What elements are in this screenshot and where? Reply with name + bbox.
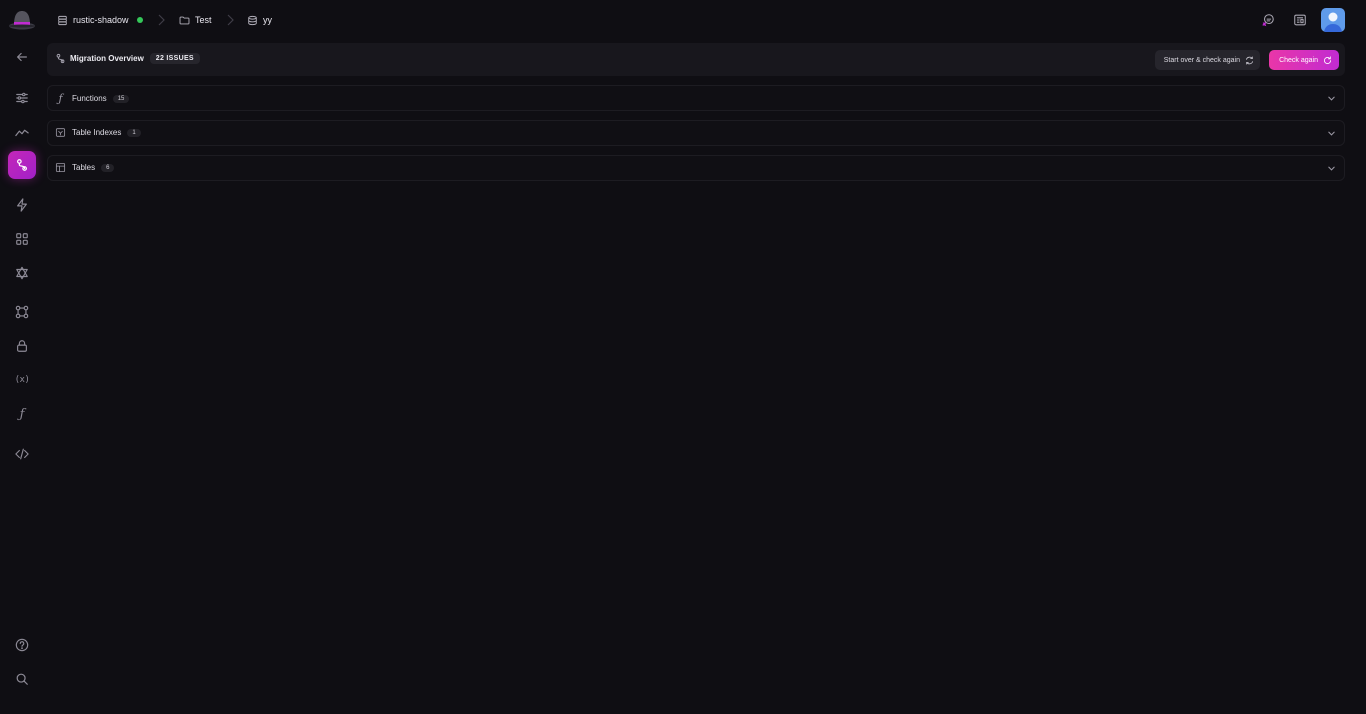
top-bar: rustic-shadow Test yy [44, 0, 1366, 40]
section-functions[interactable]: ƒ Functions 15 [47, 85, 1345, 111]
section-table-indexes[interactable]: Table Indexes 1 [47, 120, 1345, 146]
section-table-indexes-header: Table Indexes 1 [55, 127, 141, 138]
code-icon[interactable] [8, 440, 36, 468]
online-status-dot [136, 17, 143, 23]
chevron-down-icon[interactable] [1327, 129, 1336, 138]
table-icon [55, 162, 66, 173]
migration-overview-header: Migration Overview 22 ISSUES Start over … [47, 43, 1345, 76]
breadcrumb-project[interactable]: rustic-shadow [57, 13, 143, 27]
chevron-down-icon[interactable] [1327, 94, 1336, 103]
start-over-button[interactable]: Start over & check again [1154, 50, 1260, 70]
user-avatar[interactable] [1321, 8, 1345, 32]
migration-icon [56, 53, 65, 64]
function-icon[interactable]: ƒ [8, 400, 36, 428]
section-functions-header: ƒ Functions 15 [55, 92, 130, 105]
count-badge: 6 [101, 163, 115, 172]
help-icon[interactable] [8, 631, 36, 659]
count-badge: 1 [127, 128, 141, 137]
hat-logo-icon[interactable] [8, 9, 36, 31]
ai-assistant-icon[interactable] [1258, 10, 1278, 30]
refresh-icon [1324, 55, 1332, 64]
grid-icon[interactable] [8, 225, 36, 253]
check-again-label: Check again [1279, 56, 1318, 64]
folder-icon [179, 16, 190, 24]
page-title: Migration Overview [70, 54, 144, 63]
star-of-david-icon[interactable] [8, 259, 36, 287]
start-over-label: Start over & check again [1163, 56, 1240, 64]
index-icon [55, 128, 66, 137]
database-icon [248, 15, 257, 25]
section-tables[interactable]: Tables 6 [47, 155, 1345, 181]
chevron-right-icon [227, 14, 234, 26]
folder-name: Test [195, 15, 212, 25]
analytics-icon[interactable] [8, 118, 36, 146]
section-label: Tables [72, 163, 96, 172]
breadcrumb-folder[interactable]: Test [179, 13, 212, 27]
sliders-icon[interactable] [8, 84, 36, 112]
migration-overview-title: Migration Overview 22 ISSUES [55, 53, 200, 64]
app-root: (x) ƒ rustic-shadow Test yy Migration Ov… [0, 0, 1366, 714]
breadcrumb-database[interactable]: yy [247, 13, 272, 27]
refresh-cycle-icon [1246, 55, 1253, 65]
lock-icon[interactable] [8, 332, 36, 360]
back-arrow-icon[interactable] [8, 43, 36, 71]
section-label: Table Indexes [72, 128, 122, 137]
sidebar: (x) ƒ [0, 0, 44, 714]
migration-icon[interactable] [8, 151, 36, 179]
chevron-right-icon [158, 14, 165, 26]
issues-count-badge: 22 ISSUES [149, 53, 200, 64]
database-name: yy [263, 15, 272, 25]
server-icon [58, 15, 67, 25]
function-icon: ƒ [58, 92, 63, 105]
count-badge: 15 [112, 94, 130, 103]
workflow-icon[interactable] [8, 298, 36, 326]
section-label: Functions [72, 94, 107, 103]
section-tables-header: Tables 6 [55, 162, 115, 173]
bolt-icon[interactable] [8, 191, 36, 219]
project-name: rustic-shadow [73, 15, 129, 25]
search-icon[interactable] [8, 665, 36, 693]
check-again-button[interactable]: Check again [1269, 50, 1339, 70]
news-icon[interactable] [1290, 10, 1310, 30]
chevron-down-icon[interactable] [1327, 164, 1336, 173]
variable-icon[interactable]: (x) [8, 366, 36, 394]
